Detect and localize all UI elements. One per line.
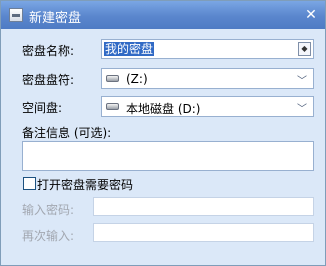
vault-name-input[interactable]: 我的密盘 ◆ [101, 39, 314, 59]
password-input[interactable] [93, 197, 314, 216]
drive-icon [106, 103, 119, 110]
window-title: 新建密盘 [29, 11, 82, 26]
note-input[interactable] [22, 141, 314, 171]
drive-letter-select[interactable]: (Z:) ﹀ [101, 68, 314, 89]
new-vault-dialog: 新建密盘 ✕ 密盘名称: 我的密盘 ◆ 密盘盘符: (Z:) ﹀ 空间盘: 本地… [0, 0, 326, 266]
space-disk-label: 空间盘: [22, 101, 63, 115]
require-password-checkbox[interactable] [23, 177, 36, 190]
disk-icon [9, 8, 23, 22]
require-password-label[interactable]: 打开密盘需要密码 [37, 176, 133, 193]
drive-letter-label: 密盘盘符: [22, 73, 75, 87]
title-bar[interactable]: 新建密盘 ✕ [1, 1, 325, 29]
chevron-down-icon[interactable]: ﹀ [297, 72, 307, 87]
confirm-password-label: 再次输入: [22, 229, 75, 243]
close-button[interactable]: ✕ [303, 7, 319, 23]
password-label: 输入密码: [22, 203, 75, 217]
confirm-password-input[interactable] [93, 223, 314, 242]
spin-icon: ◆ [301, 44, 308, 53]
chevron-down-icon[interactable]: ﹀ [297, 100, 307, 115]
name-spin-button[interactable]: ◆ [298, 42, 311, 56]
drive-icon [106, 75, 119, 82]
space-disk-value: 本地磁盘 (D:) [126, 102, 201, 116]
vault-name-value[interactable]: 我的密盘 [104, 42, 155, 56]
space-disk-select[interactable]: 本地磁盘 (D:) ﹀ [101, 96, 314, 117]
close-icon: ✕ [305, 7, 317, 23]
drive-letter-value: (Z:) [126, 72, 148, 86]
vault-name-label: 密盘名称: [22, 44, 75, 58]
note-label: 备注信息 (可选): [22, 126, 112, 140]
